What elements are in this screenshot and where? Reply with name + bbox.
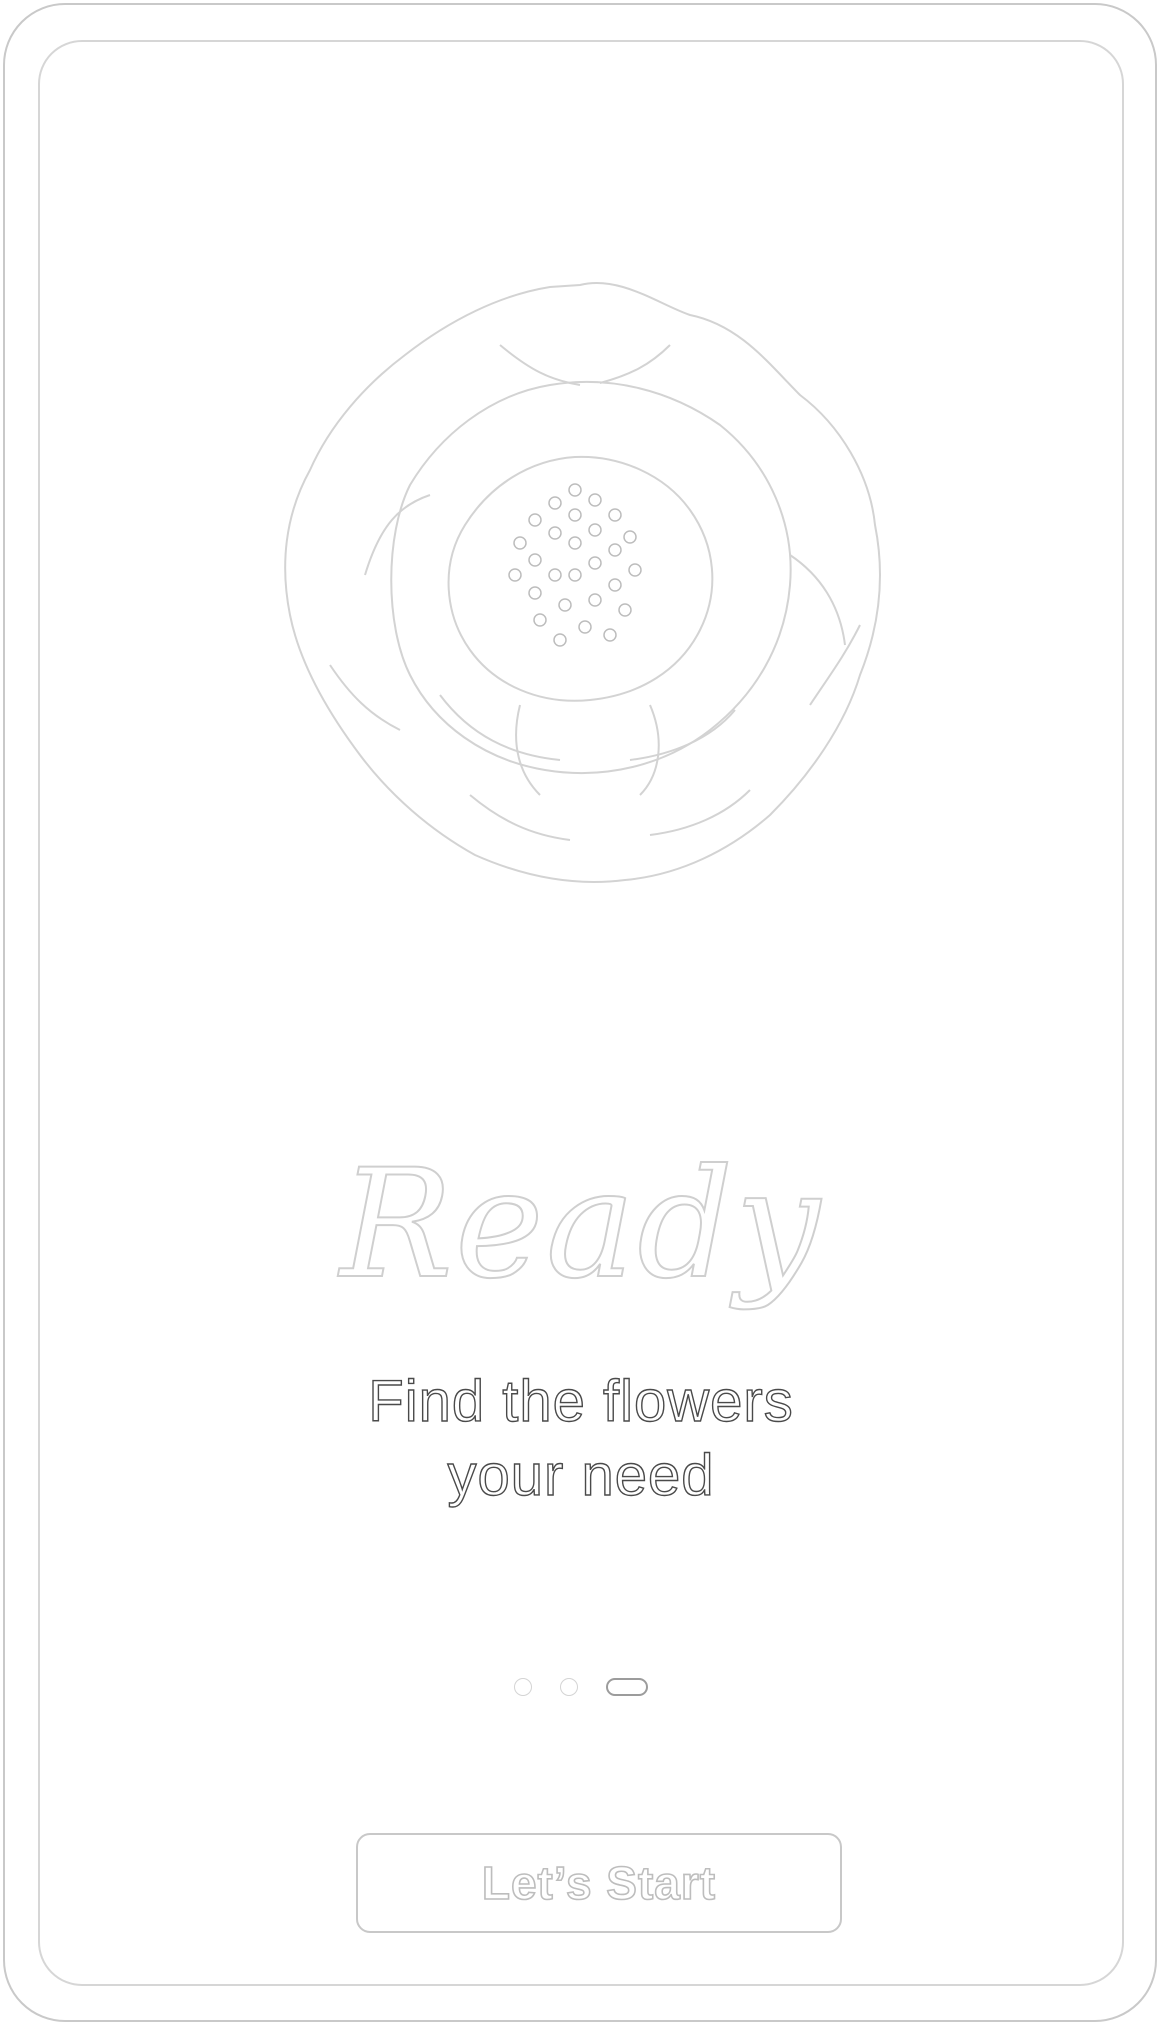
subtitle-line-2: your need [447,1442,715,1508]
flower-illustration [284,282,881,883]
onboarding-subtitle: Find the flowers your need [0,1365,1162,1513]
lets-start-label: Let’s Start [481,1856,717,1910]
page-dot-3-active[interactable] [606,1678,648,1696]
page-indicator [0,1678,1162,1696]
page-dot-1[interactable] [514,1678,532,1696]
page-dot-2[interactable] [560,1678,578,1696]
subtitle-line-1: Find the flowers [368,1368,794,1434]
lets-start-button[interactable]: Let’s Start [356,1833,842,1933]
onboarding-title: Ready [339,1137,822,1313]
